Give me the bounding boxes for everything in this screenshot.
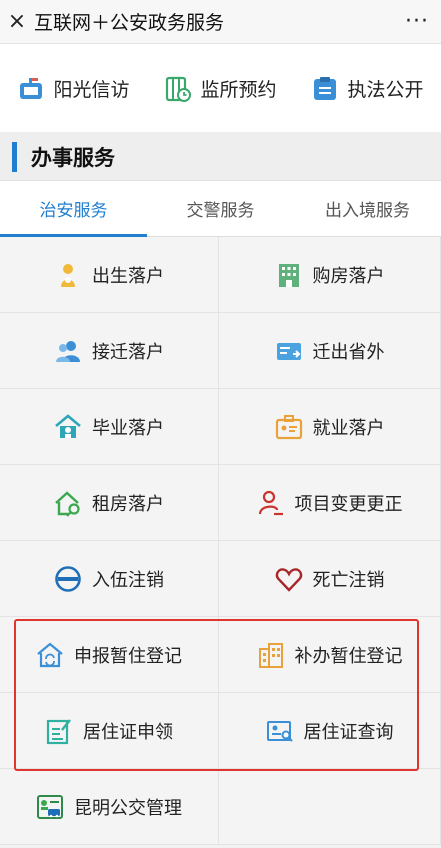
quick-link-label: 执法公开 bbox=[347, 79, 424, 101]
more-menu-icon[interactable]: ··· bbox=[393, 0, 441, 44]
page-title: 互联网＋公安政务服务 bbox=[34, 12, 225, 34]
tab-traffic-police[interactable]: 交警服务 bbox=[147, 181, 294, 236]
quick-link-petition[interactable]: 阳光信访 bbox=[0, 75, 147, 103]
section-accent-bar bbox=[12, 141, 17, 172]
id-card-out-icon bbox=[275, 337, 303, 365]
service-item-change-correction[interactable]: 项目变更更正 bbox=[219, 465, 441, 541]
jail-clock-icon bbox=[164, 75, 192, 103]
service-move-out-of-province[interactable]: 迁出省外 bbox=[219, 313, 441, 389]
apartment-icon bbox=[257, 641, 285, 669]
service-grid: 出生落户 购房落户 接迁落户 迁出省外 毕业落户 就业落户 租房落户 项目变更更… bbox=[0, 237, 441, 848]
document-list-icon bbox=[311, 75, 339, 103]
quick-link-law-enforcement[interactable]: 执法公开 bbox=[294, 75, 441, 103]
service-death-cancellation[interactable]: 死亡注销 bbox=[219, 541, 441, 617]
home-key-icon bbox=[54, 489, 82, 517]
mailbox-icon bbox=[17, 75, 45, 103]
service-kunming-bus-management[interactable]: 昆明公交管理 bbox=[0, 769, 219, 845]
card-search-icon bbox=[266, 717, 294, 745]
users-icon bbox=[54, 337, 82, 365]
no-entry-icon bbox=[54, 565, 82, 593]
service-employment-registration[interactable]: 就业落户 bbox=[219, 389, 441, 465]
tab-public-security[interactable]: 治安服务 bbox=[0, 181, 147, 237]
empty-grid-cell bbox=[219, 769, 441, 845]
service-rental-registration[interactable]: 租房落户 bbox=[0, 465, 219, 541]
home-graduate-icon bbox=[54, 413, 82, 441]
top-bar: × 互联网＋公安政务服务 ··· bbox=[0, 0, 441, 44]
service-residence-permit-application[interactable]: 居住证申领 bbox=[0, 693, 219, 769]
heart-icon bbox=[275, 565, 303, 593]
section-header: 办事服务 bbox=[0, 133, 441, 181]
quick-link-label: 监所预约 bbox=[200, 79, 277, 101]
form-edit-icon bbox=[45, 717, 73, 745]
quick-link-detention-booking[interactable]: 监所预约 bbox=[147, 75, 294, 103]
home-refresh-icon bbox=[36, 641, 64, 669]
service-military-enlistment-cancellation[interactable]: 入伍注销 bbox=[0, 541, 219, 617]
briefcase-card-icon bbox=[275, 413, 303, 441]
service-transfer-registration[interactable]: 接迁落户 bbox=[0, 313, 219, 389]
quick-link-label: 阳光信访 bbox=[53, 79, 130, 101]
building-icon bbox=[275, 261, 303, 289]
section-title: 办事服务 bbox=[31, 145, 115, 170]
quick-links: 阳光信访 监所预约 执法公开 bbox=[0, 45, 441, 133]
service-temporary-residence-reissue[interactable]: 补办暂住登记 bbox=[219, 617, 441, 693]
service-house-purchase-registration[interactable]: 购房落户 bbox=[219, 237, 441, 313]
service-graduate-registration[interactable]: 毕业落户 bbox=[0, 389, 219, 465]
service-tabs: 治安服务 交警服务 出入境服务 bbox=[0, 181, 441, 237]
bus-card-icon bbox=[36, 793, 64, 821]
baby-icon bbox=[54, 261, 82, 289]
service-residence-permit-query[interactable]: 居住证查询 bbox=[219, 693, 441, 769]
user-edit-icon bbox=[257, 489, 285, 517]
service-birth-registration[interactable]: 出生落户 bbox=[0, 237, 219, 313]
tab-exit-entry[interactable]: 出入境服务 bbox=[294, 181, 441, 236]
close-icon[interactable]: × bbox=[0, 0, 34, 44]
service-temporary-residence-declaration[interactable]: 申报暂住登记 bbox=[0, 617, 219, 693]
